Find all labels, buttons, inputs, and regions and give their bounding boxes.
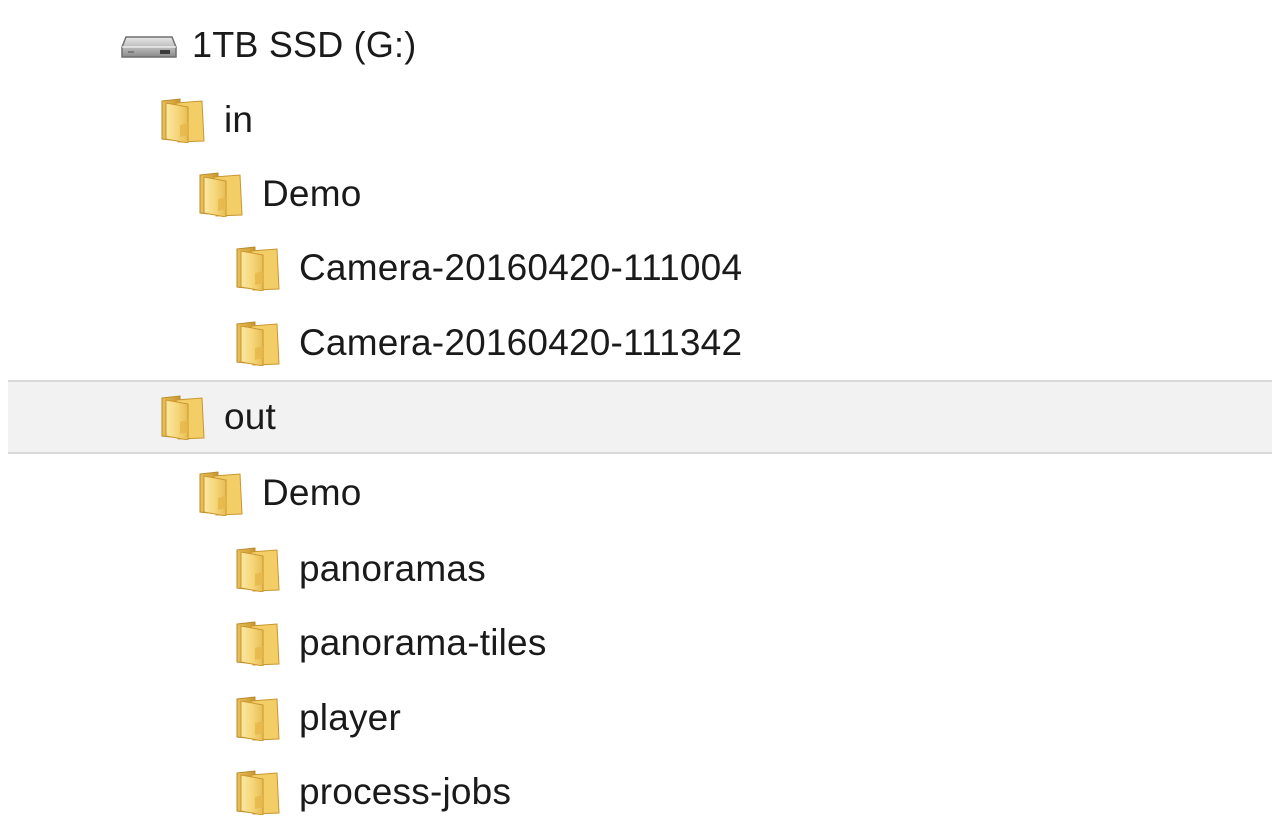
tree-item-panoramas[interactable]: panoramas bbox=[0, 532, 1272, 606]
folder-icon bbox=[158, 394, 206, 440]
folder-icon bbox=[233, 546, 281, 592]
tree-item-out-demo[interactable]: Demo bbox=[0, 456, 1272, 530]
folder-icon bbox=[233, 245, 281, 291]
tree-item-label: Camera-20160420-111342 bbox=[299, 322, 743, 363]
tree-item-label: panorama-tiles bbox=[299, 622, 547, 663]
tree-item-player[interactable]: player bbox=[0, 681, 1272, 755]
folder-icon bbox=[233, 620, 281, 666]
tree-item-camera-111004[interactable]: Camera-20160420-111004 bbox=[0, 231, 1272, 305]
tree-item-in[interactable]: in bbox=[0, 83, 1272, 157]
tree-item-drive[interactable]: 1TB SSD (G:) bbox=[0, 8, 1272, 82]
folder-icon bbox=[196, 470, 244, 516]
tree-item-in-demo[interactable]: Demo bbox=[0, 157, 1272, 231]
tree-item-process-jobs[interactable]: process-jobs bbox=[0, 755, 1272, 829]
tree-item-out[interactable]: out bbox=[8, 380, 1272, 454]
folder-icon bbox=[196, 171, 244, 217]
tree-item-label: out bbox=[224, 396, 277, 437]
folder-icon bbox=[158, 97, 206, 143]
tree-item-label: 1TB SSD (G:) bbox=[192, 24, 417, 65]
tree-item-camera-111342[interactable]: Camera-20160420-111342 bbox=[0, 306, 1272, 380]
drive-icon bbox=[120, 25, 178, 65]
tree-item-panorama-tiles[interactable]: panorama-tiles bbox=[0, 606, 1272, 680]
tree-item-label: in bbox=[224, 99, 254, 140]
tree-item-label: Camera-20160420-111004 bbox=[299, 247, 743, 288]
folder-icon bbox=[233, 695, 281, 741]
tree-item-label: process-jobs bbox=[299, 771, 512, 812]
folder-icon bbox=[233, 769, 281, 815]
tree-item-label: panoramas bbox=[299, 548, 486, 589]
tree-item-label: player bbox=[299, 697, 401, 738]
folder-icon bbox=[233, 320, 281, 366]
folder-tree: 1TB SSD (G:) in Demo Camera-20160420-111… bbox=[0, 0, 1272, 831]
tree-item-label: Demo bbox=[262, 173, 362, 214]
tree-item-label: Demo bbox=[262, 472, 362, 513]
